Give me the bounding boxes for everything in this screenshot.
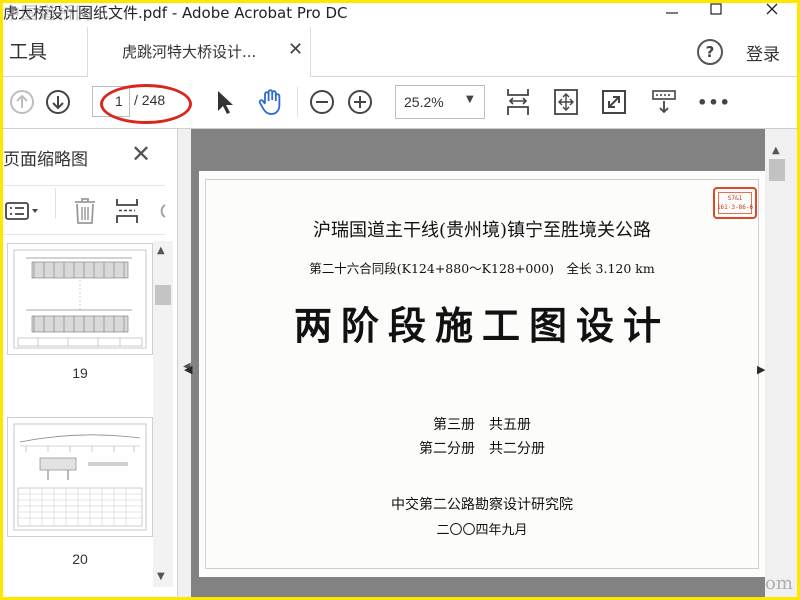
pane-close-icon[interactable]: ✕ bbox=[131, 140, 151, 168]
document-view: S7&1 161·3-86-6 沪瑞国道主干线(贵州境)镇宁至胜境关公路 第二十… bbox=[184, 129, 765, 597]
toolbar-separator bbox=[297, 87, 298, 117]
hand-tool-button[interactable] bbox=[254, 85, 288, 119]
maximize-icon bbox=[710, 3, 722, 15]
volume-line-2: 第二分册 共二分册 bbox=[419, 441, 545, 457]
drawing-thumbnail bbox=[13, 249, 147, 349]
pane-title: 页面缩略图 bbox=[3, 150, 88, 170]
window-close-button[interactable] bbox=[749, 3, 795, 25]
red-stamp: S7&1 161·3-86-6 bbox=[713, 187, 757, 219]
select-tool-button[interactable] bbox=[207, 85, 241, 119]
thumbnail-page-20[interactable] bbox=[7, 417, 153, 537]
zoom-select[interactable]: 25.2% ▼ bbox=[395, 85, 485, 119]
page-thumbnails-pane: 页面缩略图 ✕ 19 20 ▲ ▼ bbox=[3, 129, 178, 597]
close-icon bbox=[766, 3, 778, 15]
document-heading: 两阶段施工图设计 bbox=[293, 303, 670, 348]
toolbar: 1 / 248 25.2% ▼ ••• bbox=[3, 77, 797, 129]
pane-separator bbox=[55, 188, 56, 218]
document-scrollbar[interactable]: ▲ bbox=[765, 129, 797, 597]
keyboard-scroll-icon bbox=[652, 90, 676, 114]
scrollbar-thumb[interactable] bbox=[155, 285, 171, 305]
document-date: 二〇〇四年九月 bbox=[436, 523, 528, 538]
zoom-value: 25.2% bbox=[404, 94, 444, 110]
trash-icon bbox=[75, 198, 95, 224]
drawing-thumbnail bbox=[13, 423, 147, 531]
tools-tab[interactable]: 工具 bbox=[9, 37, 47, 64]
acrobat-window: 虎大桥设计图纸文件.pdf - Adobe Acrobat Pro DC 中国道… bbox=[3, 3, 797, 597]
tab-close-icon[interactable]: ✕ bbox=[288, 39, 303, 60]
maximize-button[interactable] bbox=[693, 3, 739, 25]
cursor-arrow-icon bbox=[218, 91, 233, 114]
minimize-button[interactable] bbox=[649, 3, 695, 25]
login-button[interactable]: 登录 bbox=[746, 40, 780, 65]
corner-watermark: om bbox=[765, 573, 793, 594]
scrollbar-thumb[interactable] bbox=[769, 159, 785, 181]
site-watermark: 中国道桥网 bbox=[3, 4, 93, 24]
stamp-text-1: S7&1 bbox=[727, 195, 743, 202]
thumbnail-list: 19 20 bbox=[3, 241, 153, 591]
extract-page-button[interactable] bbox=[111, 196, 143, 226]
organization-name: 中交第二公路勘察设计研究院 bbox=[391, 497, 573, 513]
zoom-out-button[interactable] bbox=[305, 85, 339, 119]
thumbnail-label-20: 20 bbox=[72, 551, 88, 567]
help-button[interactable]: ? bbox=[697, 39, 723, 65]
thumbnail-scrollbar[interactable]: ▲ ▼ bbox=[153, 241, 173, 587]
arrow-up-circle-icon bbox=[10, 90, 34, 114]
thumbnail-label-19: 19 bbox=[72, 365, 88, 381]
more-tools-button[interactable]: ••• bbox=[697, 85, 731, 119]
arrow-down-circle-icon bbox=[46, 90, 70, 114]
rotate-page-button[interactable] bbox=[153, 196, 167, 226]
fit-width-icon bbox=[507, 89, 529, 115]
minimize-icon bbox=[666, 12, 678, 14]
full-screen-button[interactable] bbox=[597, 85, 631, 119]
delete-page-button[interactable] bbox=[69, 196, 101, 226]
scroll-down-icon[interactable]: ▼ bbox=[157, 571, 165, 582]
thumbnail-page-19[interactable] bbox=[7, 243, 153, 355]
plus-circle-icon bbox=[348, 90, 372, 114]
minus-circle-icon bbox=[310, 90, 334, 114]
stamp-text-2: 161·3-86-6 bbox=[716, 204, 754, 211]
document-tab[interactable]: 虎跳河特大桥设计... ✕ bbox=[87, 27, 311, 77]
next-page-button[interactable] bbox=[41, 85, 75, 119]
tab-title: 虎跳河特大桥设计... bbox=[122, 43, 257, 61]
fit-width-button[interactable] bbox=[501, 85, 535, 119]
page-extract-icon bbox=[116, 199, 138, 223]
scroll-up-icon[interactable]: ▲ bbox=[157, 245, 165, 256]
title-bar: 虎大桥设计图纸文件.pdf - Adobe Acrobat Pro DC 中国道… bbox=[3, 3, 797, 27]
volume-line-1: 第三册 共五册 bbox=[433, 417, 531, 433]
scroll-mode-button[interactable] bbox=[647, 85, 681, 119]
previous-page-arrow-icon[interactable]: ◀ bbox=[184, 363, 192, 376]
document-subtitle: 第二十六合同段(K124+880～K128+000) 全长 3.120 km bbox=[309, 261, 655, 276]
fit-page-button[interactable] bbox=[549, 85, 583, 119]
thumbnail-options-button[interactable] bbox=[3, 196, 43, 226]
document-title: 沪瑞国道主干线(贵州境)镇宁至胜境关公路 bbox=[312, 220, 652, 241]
zoom-in-button[interactable] bbox=[343, 85, 377, 119]
scroll-up-icon[interactable]: ▲ bbox=[772, 145, 780, 156]
tab-bar: 工具 虎跳河特大桥设计... ✕ ? 登录 bbox=[3, 27, 797, 77]
rotate-icon bbox=[160, 204, 166, 218]
thumbnail-toolbar bbox=[3, 185, 167, 235]
pdf-page: S7&1 161·3-86-6 沪瑞国道主干线(贵州境)镇宁至胜境关公路 第二十… bbox=[199, 171, 765, 577]
annotation-ellipse bbox=[100, 84, 192, 124]
chevron-down-icon: ▼ bbox=[466, 94, 474, 105]
options-list-icon bbox=[5, 202, 38, 220]
previous-page-button[interactable] bbox=[5, 85, 39, 119]
hand-icon bbox=[258, 89, 281, 115]
fit-page-icon bbox=[554, 89, 578, 115]
expand-icon bbox=[602, 90, 626, 114]
